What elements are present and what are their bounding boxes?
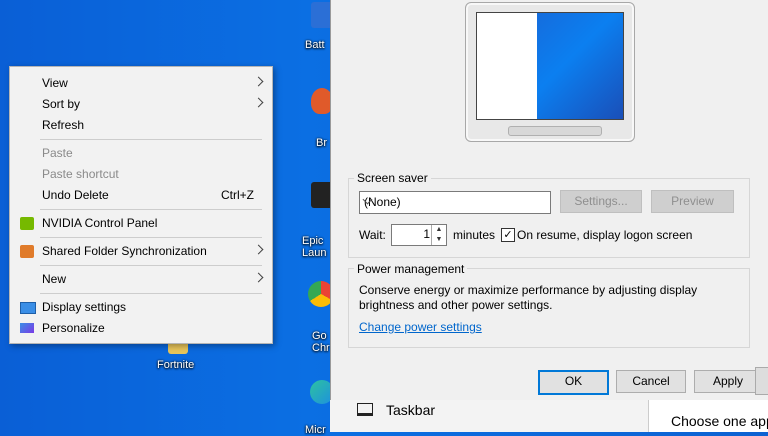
chevron-right-icon: [253, 244, 264, 255]
menu-separator: [40, 209, 262, 210]
menu-label: Undo Delete: [42, 188, 109, 202]
preview-window: [477, 13, 537, 119]
menu-item-paste-shortcut[interactable]: Paste shortcut: [10, 164, 272, 185]
menu-separator: [40, 139, 262, 140]
menu-separator: [40, 265, 262, 266]
monitor-stand: [508, 126, 602, 136]
spin-down-icon[interactable]: ▼: [431, 235, 446, 245]
desktop-icon-label-5: Micr: [305, 424, 326, 436]
menu-separator: [40, 237, 262, 238]
menu-item-shared-folder-sync[interactable]: Shared Folder Synchronization: [10, 241, 272, 262]
power-management-group-label: Power management: [354, 262, 468, 276]
menu-item-view[interactable]: View: [10, 73, 272, 94]
menu-label: Paste shortcut: [42, 167, 119, 181]
menu-item-undo-delete[interactable]: Undo Delete Ctrl+Z: [10, 185, 272, 206]
settings-nav-taskbar[interactable]: Taskbar: [330, 400, 648, 432]
wait-value: 1: [423, 227, 430, 241]
personalize-icon: [20, 323, 34, 333]
spin-up-icon[interactable]: ▲: [431, 225, 446, 235]
shared-folder-icon: [20, 245, 34, 258]
settings-side-panel: Choose one app: [648, 400, 768, 432]
menu-label: View: [42, 76, 68, 90]
menu-item-paste[interactable]: Paste: [10, 143, 272, 164]
wait-minutes-stepper[interactable]: 1 ▲ ▼: [391, 224, 447, 246]
display-icon: [20, 302, 36, 314]
chevron-right-icon: [253, 76, 264, 87]
desktop-icon-label-4: Go Chr: [312, 330, 330, 354]
menu-item-display-settings[interactable]: Display settings: [10, 297, 272, 318]
chevron-right-icon: [253, 97, 264, 108]
menu-label: Sort by: [42, 97, 81, 111]
menu-label: NVIDIA Control Panel: [42, 216, 158, 230]
menu-item-sort-by[interactable]: Sort by: [10, 94, 272, 115]
menu-label: Shared Folder Synchronization: [42, 244, 207, 258]
menu-label: Personalize: [42, 321, 105, 335]
screen-saver-group-label: Screen saver: [354, 171, 431, 185]
taskbar-label: Taskbar: [386, 402, 436, 418]
fortnite-label: Fortnite: [157, 359, 195, 371]
apply-button[interactable]: Apply: [694, 370, 762, 393]
monitor-preview-screen: [476, 12, 624, 120]
menu-item-refresh[interactable]: Refresh: [10, 115, 272, 136]
screen-saver-select[interactable]: (None): [359, 191, 551, 214]
wait-label: Wait:: [359, 228, 386, 242]
desktop-context-menu: View Sort by Refresh Paste Paste shortcu…: [9, 66, 273, 344]
menu-item-personalize[interactable]: Personalize: [10, 318, 272, 339]
menu-separator: [40, 293, 262, 294]
menu-label: New: [42, 272, 67, 286]
menu-item-nvidia-control-panel[interactable]: NVIDIA Control Panel: [10, 213, 272, 234]
desktop-icon-label-2: Br: [316, 137, 327, 149]
desktop-icon-label-3: Epic Laun: [302, 235, 327, 259]
side-panel-text: Choose one app: [671, 413, 768, 429]
menu-shortcut: Ctrl+Z: [221, 188, 254, 202]
nvidia-icon: [20, 217, 34, 230]
menu-item-new[interactable]: New: [10, 269, 272, 290]
resume-logon-checkbox[interactable]: ✓: [501, 228, 515, 242]
minutes-label: minutes: [453, 228, 496, 242]
menu-label: Paste: [42, 146, 73, 160]
cancel-button[interactable]: Cancel: [616, 370, 686, 393]
chevron-right-icon: [253, 272, 264, 283]
taskbar-icon: [357, 403, 373, 416]
preview-button[interactable]: Preview: [651, 190, 734, 213]
menu-label: Refresh: [42, 118, 85, 132]
desktop-icon-label-1: Batt: [305, 39, 325, 51]
window-edge-button[interactable]: [755, 367, 768, 395]
settings-button[interactable]: Settings...: [560, 190, 642, 213]
resume-logon-label: On resume, display logon screen: [517, 228, 693, 242]
ok-button[interactable]: OK: [538, 370, 609, 395]
power-description: Conserve energy or maximize performance …: [359, 283, 698, 312]
change-power-settings-link[interactable]: Change power settings: [359, 320, 482, 334]
menu-label: Display settings: [42, 300, 127, 314]
